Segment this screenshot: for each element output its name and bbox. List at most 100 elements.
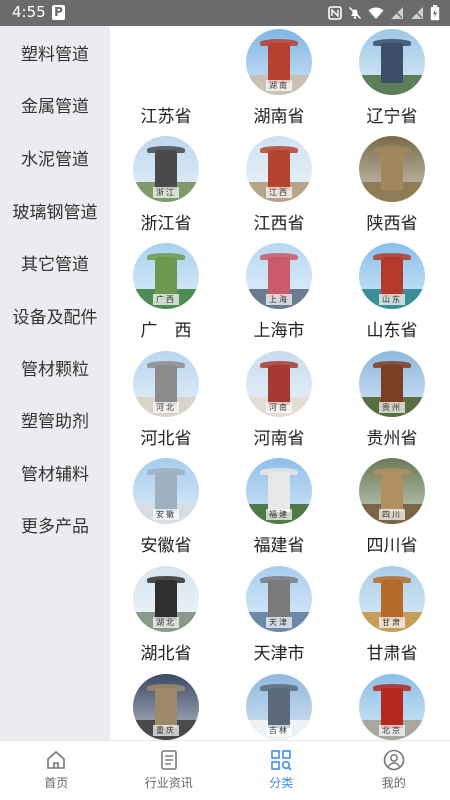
nav-home[interactable]: 首页 bbox=[0, 741, 113, 800]
image-caption: 广西 bbox=[153, 294, 179, 305]
province-item[interactable]: 四川 四川省 bbox=[336, 455, 450, 562]
nav-news[interactable]: 行业资讯 bbox=[113, 741, 226, 800]
image-roof bbox=[260, 468, 298, 475]
sidebar-item-label: 水泥管道 bbox=[21, 149, 89, 170]
sidebar-item-label: 设备及配件 bbox=[12, 307, 98, 328]
p-icon: P bbox=[52, 5, 65, 20]
sidebar-item-label: 管材辅料 bbox=[21, 464, 89, 485]
province-item[interactable]: 甘肃 甘肃省 bbox=[336, 563, 450, 670]
nav-label: 我的 bbox=[381, 776, 406, 790]
province-item[interactable]: 重庆 bbox=[110, 671, 224, 740]
province-image: 湖北 bbox=[133, 566, 199, 632]
province-label: 湖南省 bbox=[253, 107, 305, 127]
image-landmark bbox=[268, 150, 290, 190]
signal-icon bbox=[411, 7, 423, 19]
province-image: 浙江 bbox=[133, 136, 199, 202]
province-item[interactable]: 广西广 西 bbox=[110, 240, 224, 347]
province-item[interactable]: 陕西省 bbox=[336, 133, 450, 240]
province-item[interactable]: 福建 福建省 bbox=[223, 455, 337, 562]
nav-category[interactable]: 分类 bbox=[225, 741, 338, 800]
province-item[interactable]: 浙江 浙江省 bbox=[110, 133, 224, 240]
province-image: 北京 bbox=[359, 674, 425, 740]
image-roof bbox=[260, 253, 298, 260]
nav-label: 行业资讯 bbox=[144, 776, 193, 790]
image-landmark bbox=[381, 365, 403, 405]
sidebar-item-additives[interactable]: 塑管助剂 bbox=[0, 393, 110, 445]
image-caption: 福建 bbox=[266, 509, 292, 520]
sidebar-item-cement-pipe[interactable]: 水泥管道 bbox=[0, 131, 110, 183]
province-image: 福建 bbox=[246, 458, 312, 524]
sidebar-item-label: 塑管助剂 bbox=[21, 411, 89, 432]
image-landmark bbox=[381, 580, 403, 620]
image-roof bbox=[260, 146, 298, 153]
province-item[interactable]: 河南 河南省 bbox=[223, 348, 337, 455]
image-caption: 吉林 bbox=[266, 725, 292, 736]
battery-icon bbox=[430, 5, 440, 21]
sidebar-item-label: 更多产品 bbox=[21, 516, 89, 537]
province-item[interactable]: 贵州 贵州省 bbox=[336, 348, 450, 455]
province-label: 上海市 bbox=[253, 321, 305, 341]
image-landmark bbox=[155, 365, 177, 405]
sidebar-item-other-pipe[interactable]: 其它管道 bbox=[0, 236, 110, 288]
province-item[interactable]: 山东 山东省 bbox=[336, 240, 450, 347]
nav-profile[interactable]: 我的 bbox=[338, 741, 450, 800]
signal-icon bbox=[391, 7, 403, 19]
province-image: 河南 bbox=[246, 351, 312, 417]
image-landmark bbox=[268, 257, 290, 297]
image-roof bbox=[147, 146, 185, 153]
province-item[interactable]: 湖南 湖南省 bbox=[223, 26, 337, 133]
category-sidebar: 塑料管道 金属管道 水泥管道 玻璃钢管道 其它管道 设备及配件 管材颗粒 塑管助… bbox=[0, 26, 110, 740]
province-label: 甘肃省 bbox=[366, 644, 418, 664]
sidebar-item-frp-pipe[interactable]: 玻璃钢管道 bbox=[0, 184, 110, 236]
nav-label: 分类 bbox=[269, 776, 294, 790]
home-icon bbox=[47, 750, 66, 769]
image-landmark bbox=[381, 688, 403, 728]
profile-icon bbox=[383, 749, 405, 771]
sidebar-item-equipment[interactable]: 设备及配件 bbox=[0, 289, 110, 341]
image-roof bbox=[260, 684, 298, 691]
image-roof bbox=[260, 39, 298, 46]
province-label: 天津市 bbox=[253, 644, 305, 664]
province-item[interactable]: 河北 河北省 bbox=[110, 348, 224, 455]
image-landmark bbox=[268, 580, 290, 620]
province-label: 河北省 bbox=[140, 429, 192, 449]
province-item[interactable]: 江苏省 bbox=[110, 26, 224, 133]
image-roof bbox=[260, 361, 298, 368]
province-image: 甘肃 bbox=[359, 566, 425, 632]
image-roof bbox=[260, 576, 298, 583]
sidebar-item-metal-pipe[interactable]: 金属管道 bbox=[0, 78, 110, 130]
sidebar-item-pellets[interactable]: 管材颗粒 bbox=[0, 341, 110, 393]
sidebar-item-label: 塑料管道 bbox=[21, 44, 89, 65]
image-caption: 北京 bbox=[379, 725, 405, 736]
image-roof bbox=[373, 576, 411, 583]
province-item[interactable]: 安徽 安徽省 bbox=[110, 455, 224, 562]
image-roof bbox=[373, 253, 411, 260]
sidebar-item-more[interactable]: 更多产品 bbox=[0, 498, 110, 550]
province-label: 四川省 bbox=[366, 536, 418, 556]
sidebar-item-plastic-pipe[interactable]: 塑料管道 bbox=[0, 26, 110, 78]
image-roof bbox=[373, 684, 411, 691]
province-item[interactable]: 辽宁省 bbox=[336, 26, 450, 133]
province-label: 浙江省 bbox=[140, 214, 192, 234]
image-caption: 山东 bbox=[379, 294, 405, 305]
province-item[interactable]: 上海 上海市 bbox=[223, 240, 337, 347]
image-caption: 上海 bbox=[266, 294, 292, 305]
sidebar-item-accessories[interactable]: 管材辅料 bbox=[0, 446, 110, 498]
nav-label: 首页 bbox=[44, 776, 69, 790]
province-image: 上海 bbox=[246, 243, 312, 309]
sidebar-item-label: 玻璃钢管道 bbox=[12, 202, 98, 223]
image-caption: 天津 bbox=[266, 617, 292, 628]
province-item[interactable]: 湖北 湖北省 bbox=[110, 563, 224, 670]
province-item[interactable]: 江西 江西省 bbox=[223, 133, 337, 240]
province-item[interactable]: 北京 bbox=[336, 671, 450, 740]
status-bar: 4:55 P bbox=[0, 0, 450, 26]
province-image: 河北 bbox=[133, 351, 199, 417]
province-image: 贵州 bbox=[359, 351, 425, 417]
image-caption: 湖北 bbox=[153, 617, 179, 628]
category-icon bbox=[271, 750, 292, 771]
image-landmark bbox=[268, 43, 290, 83]
image-landmark bbox=[155, 688, 177, 728]
province-item[interactable]: 天津 天津市 bbox=[223, 563, 337, 670]
province-item[interactable]: 吉林 bbox=[223, 671, 337, 740]
province-label: 湖北省 bbox=[140, 644, 192, 664]
